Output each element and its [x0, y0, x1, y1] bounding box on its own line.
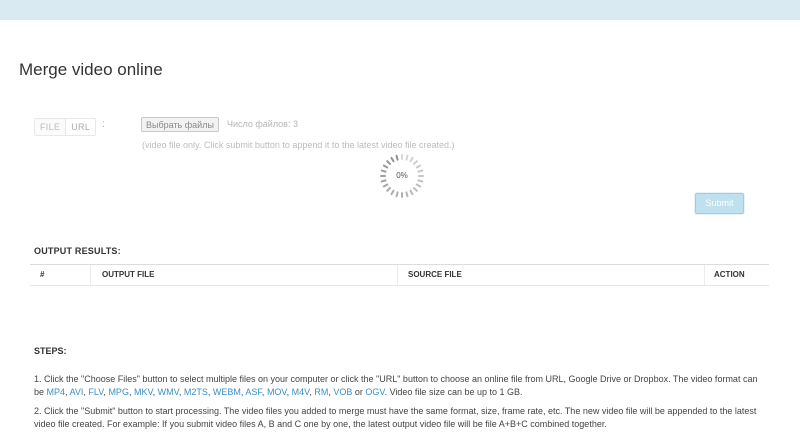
format-link-mkv[interactable]: MKV: [134, 387, 153, 397]
format-link-m4v[interactable]: M4V: [292, 387, 310, 397]
steps-title: STEPS:: [34, 346, 67, 356]
format-link-flv[interactable]: FLV: [88, 387, 103, 397]
output-table-header: # OUTPUT FILE SOURCE FILE ACTION: [30, 264, 769, 286]
file-hint-text: (video file only. Click submit button to…: [142, 140, 455, 150]
format-link-mp4[interactable]: MP4: [47, 387, 66, 397]
format-link-webm[interactable]: WEBM: [213, 387, 241, 397]
format-link-avi[interactable]: AVI: [70, 387, 84, 397]
format-link-mov[interactable]: MOV: [267, 387, 287, 397]
column-divider: [397, 265, 398, 285]
step-1-text: 1. Click the "Choose Files" button to se…: [34, 373, 769, 399]
format-link-mpg[interactable]: MPG: [108, 387, 129, 397]
or-connector: or: [352, 387, 366, 397]
tab-url[interactable]: URL: [66, 119, 95, 135]
page-title: Merge video online: [19, 60, 163, 79]
step-2-text: 2. Click the "Submit" button to start pr…: [34, 406, 757, 429]
step-1-outro: . Video file size can be up to 1 GB.: [384, 387, 523, 397]
format-links: MP4, AVI, FLV, MPG, MKV, WMV, M2TS, WEBM…: [46, 387, 385, 397]
output-results-title: OUTPUT RESULTS:: [34, 246, 121, 256]
column-divider: [90, 265, 91, 285]
input-mode-toggle: FILE URL: [34, 118, 97, 136]
file-count-label: Число файлов: 3: [227, 119, 298, 129]
format-link-m2ts[interactable]: M2TS: [184, 387, 208, 397]
format-link-wmv[interactable]: WMV: [158, 387, 179, 397]
progress-spinner: 0%: [379, 153, 425, 199]
mode-colon: :: [102, 119, 105, 130]
tab-file[interactable]: FILE: [35, 119, 67, 135]
column-divider: [704, 265, 705, 285]
format-link-ogv[interactable]: OGV: [365, 387, 384, 397]
column-header-source-file: SOURCE FILE: [408, 270, 462, 279]
format-link-asf[interactable]: ASF: [245, 387, 262, 397]
progress-percent-label: 0%: [396, 171, 408, 180]
format-link-vob[interactable]: VOB: [333, 387, 352, 397]
submit-button[interactable]: Submit: [695, 193, 744, 214]
column-header-index: #: [40, 270, 45, 279]
choose-files-button[interactable]: Выбрать файлы: [141, 117, 219, 132]
column-header-output-file: OUTPUT FILE: [102, 270, 155, 279]
column-header-action: ACTION: [714, 270, 745, 279]
format-link-rm[interactable]: RM: [314, 387, 328, 397]
top-bar: [0, 0, 800, 20]
